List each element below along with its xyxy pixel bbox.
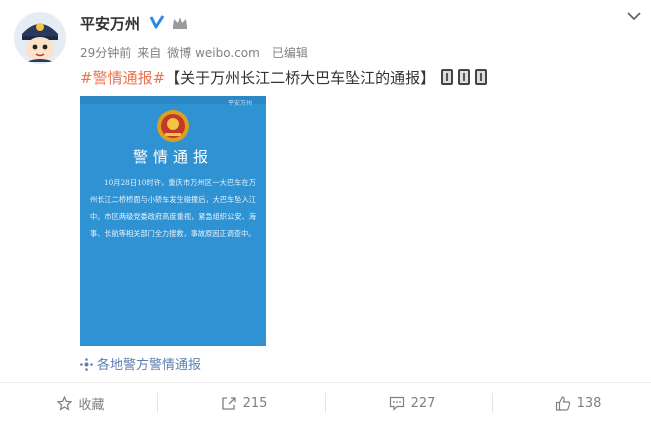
- repost-count: 215: [242, 395, 268, 411]
- share-icon: [221, 396, 236, 410]
- candle-icon: [474, 69, 487, 85]
- card-body: 10月28日10时许，重庆市万州区一大巴车在万州长江二桥桥面与小轿车发生碰撞后，…: [90, 178, 256, 238]
- notice-image[interactable]: 平安万州 警情通报 10月28日10时许，重庆市万州区一大巴车在万州长江二桥桥面…: [80, 96, 266, 346]
- post-meta: 29分钟前 来自 微博 weibo.com 已编辑: [80, 44, 314, 61]
- comment-count: 227: [410, 395, 436, 411]
- like-button[interactable]: 138: [497, 383, 651, 423]
- avatar[interactable]: [14, 12, 66, 64]
- card-title: 警情通报: [132, 148, 213, 166]
- edited-label: 已编辑: [271, 46, 308, 60]
- author-name[interactable]: 平安万州: [80, 13, 140, 34]
- divider: [325, 393, 326, 413]
- source-link-label: 各地警方警情通报: [97, 358, 202, 373]
- topic-link[interactable]: #警情通报#: [80, 69, 165, 87]
- crown-icon[interactable]: [171, 14, 189, 30]
- link-icon: [80, 358, 93, 371]
- source-link[interactable]: 各地警方警情通报: [80, 354, 201, 373]
- police-emblem-icon: [157, 110, 189, 142]
- chevron-down-icon[interactable]: [626, 10, 642, 22]
- post-time[interactable]: 29分钟前: [80, 46, 131, 60]
- thumbs-up-icon: [555, 395, 570, 411]
- comment-button[interactable]: 227: [331, 383, 493, 423]
- candle-icon: [440, 69, 453, 85]
- action-bar: 收藏 215 227 138: [0, 382, 651, 431]
- post-text: #警情通报#【关于万州长江二桥大巴车坠江的通报】: [80, 67, 491, 88]
- divider: [157, 393, 158, 413]
- post-source[interactable]: 微博 weibo.com: [167, 46, 260, 60]
- verified-icon: [149, 15, 165, 29]
- favorite-label: 收藏: [78, 397, 105, 413]
- source-prefix: 来自: [137, 46, 162, 60]
- post-body: 【关于万州长江二桥大巴车坠江的通报】: [165, 69, 436, 87]
- favorite-button[interactable]: 收藏: [0, 383, 162, 423]
- divider: [492, 393, 493, 413]
- repost-button[interactable]: 215: [163, 383, 325, 423]
- card-logo: 平安万州: [228, 100, 253, 107]
- candle-icon: [457, 69, 470, 85]
- like-count: 138: [576, 395, 602, 411]
- star-icon: [57, 395, 73, 411]
- comment-icon: [389, 396, 404, 411]
